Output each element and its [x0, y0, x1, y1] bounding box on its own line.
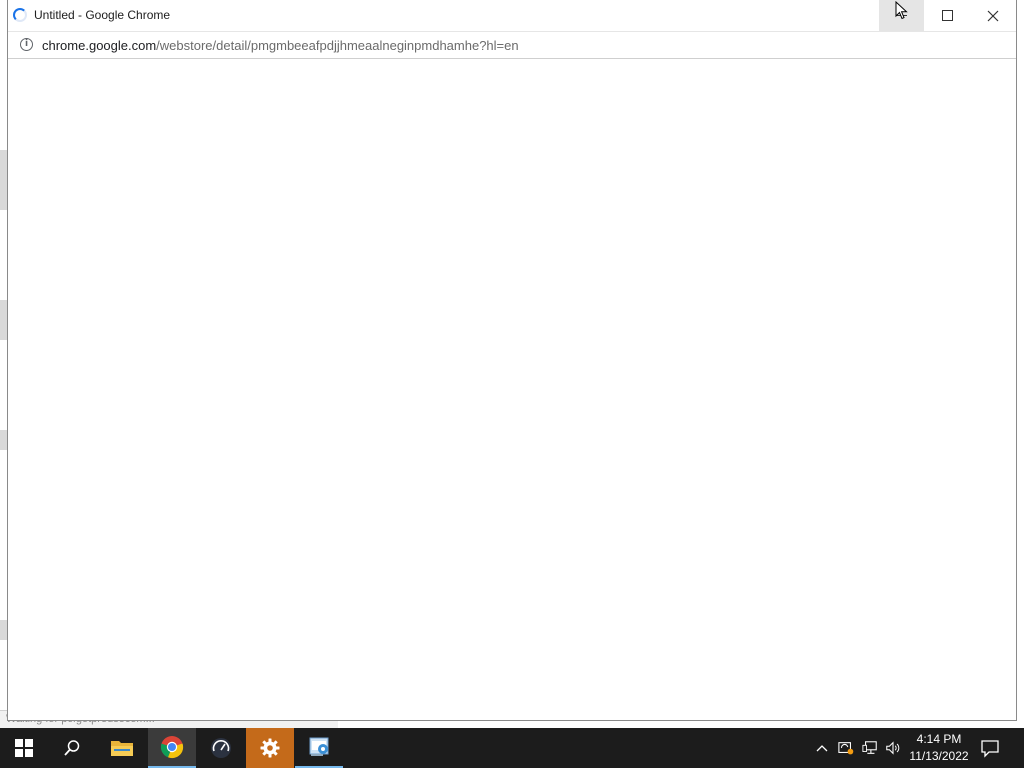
title-bar[interactable]: Untitled - Google Chrome: [8, 0, 1016, 32]
show-hidden-icons-button[interactable]: [814, 740, 830, 756]
chrome-icon: [160, 736, 184, 759]
speaker-icon: [886, 741, 900, 755]
network-icon: [862, 741, 877, 754]
chevron-up-icon: [816, 745, 828, 752]
maximize-button[interactable]: [925, 0, 970, 31]
control-panel-button[interactable]: [295, 728, 343, 768]
maximize-icon: [942, 10, 953, 21]
search-button[interactable]: [48, 728, 96, 768]
tray-app-button[interactable]: [838, 740, 854, 756]
taskbar: 4:14 PM 11/13/2022: [0, 728, 1024, 768]
start-button[interactable]: [0, 728, 48, 768]
close-icon: [987, 10, 998, 21]
folder-icon: [111, 741, 133, 756]
clock-date: 11/13/2022: [909, 749, 969, 763]
mouse-cursor-icon: [895, 1, 908, 20]
clock-time: 4:14 PM: [916, 732, 962, 746]
notifications-icon[interactable]: [980, 738, 1000, 758]
address-bar[interactable]: i chrome.google.com/webstore/detail/pmgm…: [8, 32, 1016, 59]
system-clock[interactable]: 4:14 PM 11/13/2022: [906, 731, 972, 765]
speedometer-icon: [211, 738, 231, 758]
settings-button[interactable]: [246, 728, 294, 768]
volume-button[interactable]: [885, 740, 901, 756]
gear-icon: [260, 738, 280, 758]
window-title: Untitled - Google Chrome: [34, 8, 171, 22]
speedometer-app-button[interactable]: [197, 728, 245, 768]
page-content: [8, 59, 1016, 719]
loading-spinner-icon: [13, 8, 27, 22]
control-panel-icon: [309, 737, 329, 756]
url-display[interactable]: chrome.google.com/webstore/detail/pmgmbe…: [42, 38, 519, 53]
network-button[interactable]: [862, 740, 878, 756]
url-host: chrome.google.com: [42, 38, 157, 53]
search-icon: [64, 740, 80, 756]
chrome-taskbar-button[interactable]: [148, 728, 196, 768]
close-button[interactable]: [970, 0, 1015, 31]
url-path: /webstore/detail/pmgmbeeafpdjjhmeaalnegi…: [156, 38, 519, 53]
chrome-popup-window[interactable]: Untitled - Google Chrome i chrome.google…: [7, 0, 1017, 721]
windows-logo-icon: [15, 739, 33, 757]
sync-warning-icon: [838, 742, 854, 755]
file-explorer-button[interactable]: [98, 728, 146, 768]
site-info-icon[interactable]: i: [20, 38, 33, 51]
